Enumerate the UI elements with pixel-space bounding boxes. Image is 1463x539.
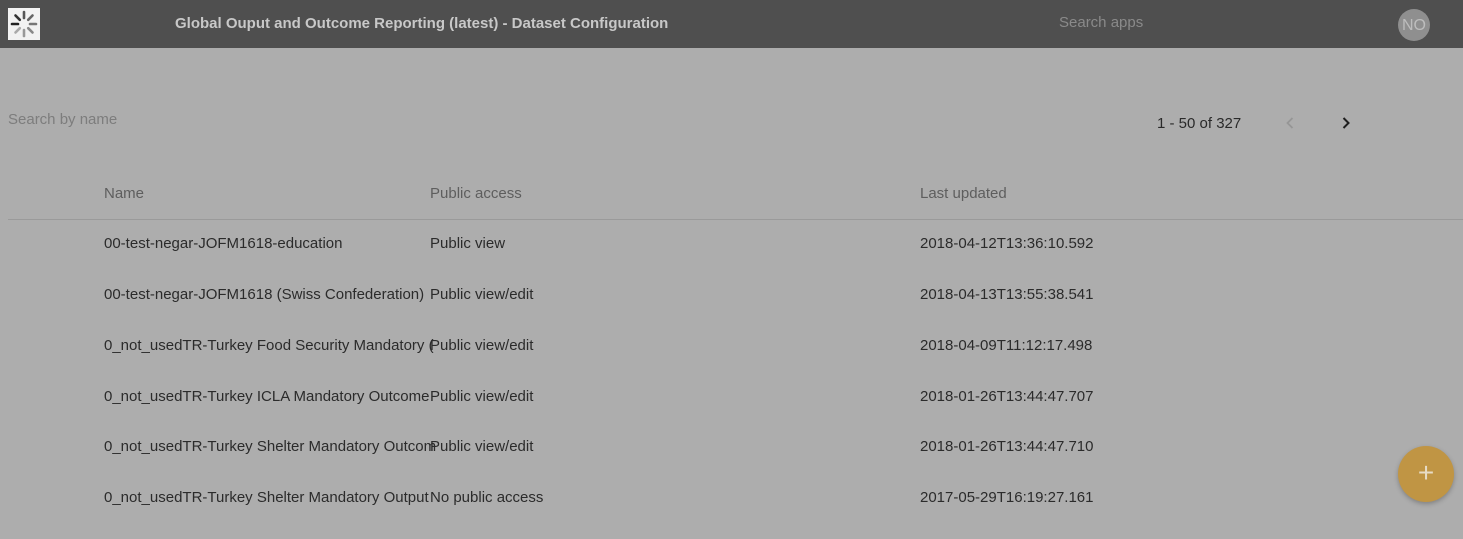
pagination-range: 1 - 50 of 327: [1157, 115, 1242, 132]
previous-page-button[interactable]: [1280, 113, 1300, 133]
dataset-name: 00-test-negar-JOFM1618-education: [104, 235, 343, 252]
column-header-last-updated[interactable]: Last updated: [920, 185, 1007, 202]
dataset-name: 0_not_usedTR-Turkey Food Security Mandat…: [104, 337, 434, 354]
last-updated: 2018-01-26T13:44:47.707: [920, 388, 1094, 405]
last-updated: 2017-05-29T16:19:27.161: [920, 489, 1094, 506]
table-header-divider: [8, 219, 1463, 220]
last-updated: 2018-04-09T11:12:17.498: [920, 337, 1093, 354]
last-updated: 2018-04-13T13:55:38.541: [920, 286, 1094, 303]
add-dataset-button[interactable]: +: [1398, 446, 1454, 502]
public-access: Public view: [430, 235, 506, 252]
public-access: Public view/edit: [430, 388, 534, 405]
public-access: Public view/edit: [430, 337, 534, 354]
chevron-left-icon: [1286, 117, 1294, 129]
loading-spinner-icon: [8, 8, 40, 40]
column-header-name[interactable]: Name: [104, 185, 144, 202]
table-row[interactable]: 00-test-negar-JOFM1618 (Swiss Confederat…: [0, 286, 1463, 336]
public-access: No public access: [430, 489, 544, 506]
dataset-name: 0_not_usedTR-Turkey Shelter Mandatory Ou…: [104, 489, 429, 506]
search-apps-input[interactable]: [1059, 14, 1259, 31]
last-updated: 2018-04-12T13:36:10.592: [920, 235, 1094, 252]
dataset-name: 0_not_usedTR-Turkey ICLA Mandatory Outco…: [104, 388, 430, 405]
user-avatar[interactable]: NO: [1398, 9, 1430, 41]
public-access: Public view/edit: [430, 286, 534, 303]
column-header-public-access[interactable]: Public access: [430, 185, 522, 202]
last-updated: 2018-01-26T13:44:47.710: [920, 438, 1094, 455]
table-row[interactable]: 0_not_usedTR-Turkey Shelter Mandatory Ou…: [0, 438, 1463, 488]
next-page-button[interactable]: [1336, 113, 1356, 133]
table-row[interactable]: 0_not_usedTR-Turkey Food Security Mandat…: [0, 337, 1463, 387]
table-row[interactable]: 00-test-negar-JOFM1618-education Public …: [0, 235, 1463, 285]
chevron-right-icon: [1342, 117, 1350, 129]
public-access: Public view/edit: [430, 438, 534, 455]
search-by-name-input[interactable]: [8, 111, 308, 128]
table-row[interactable]: 0_not_usedTR-Turkey ICLA Mandatory Outco…: [0, 388, 1463, 438]
dataset-name: 00-test-negar-JOFM1618 (Swiss Confederat…: [104, 286, 425, 303]
page-title: Global Ouput and Outcome Reporting (late…: [175, 15, 669, 32]
top-bar: Global Ouput and Outcome Reporting (late…: [0, 0, 1463, 48]
dataset-name: 0_not_usedTR-Turkey Shelter Mandatory Ou…: [104, 438, 437, 455]
table-row[interactable]: 0_not_usedTR-Turkey Shelter Mandatory Ou…: [0, 489, 1463, 539]
